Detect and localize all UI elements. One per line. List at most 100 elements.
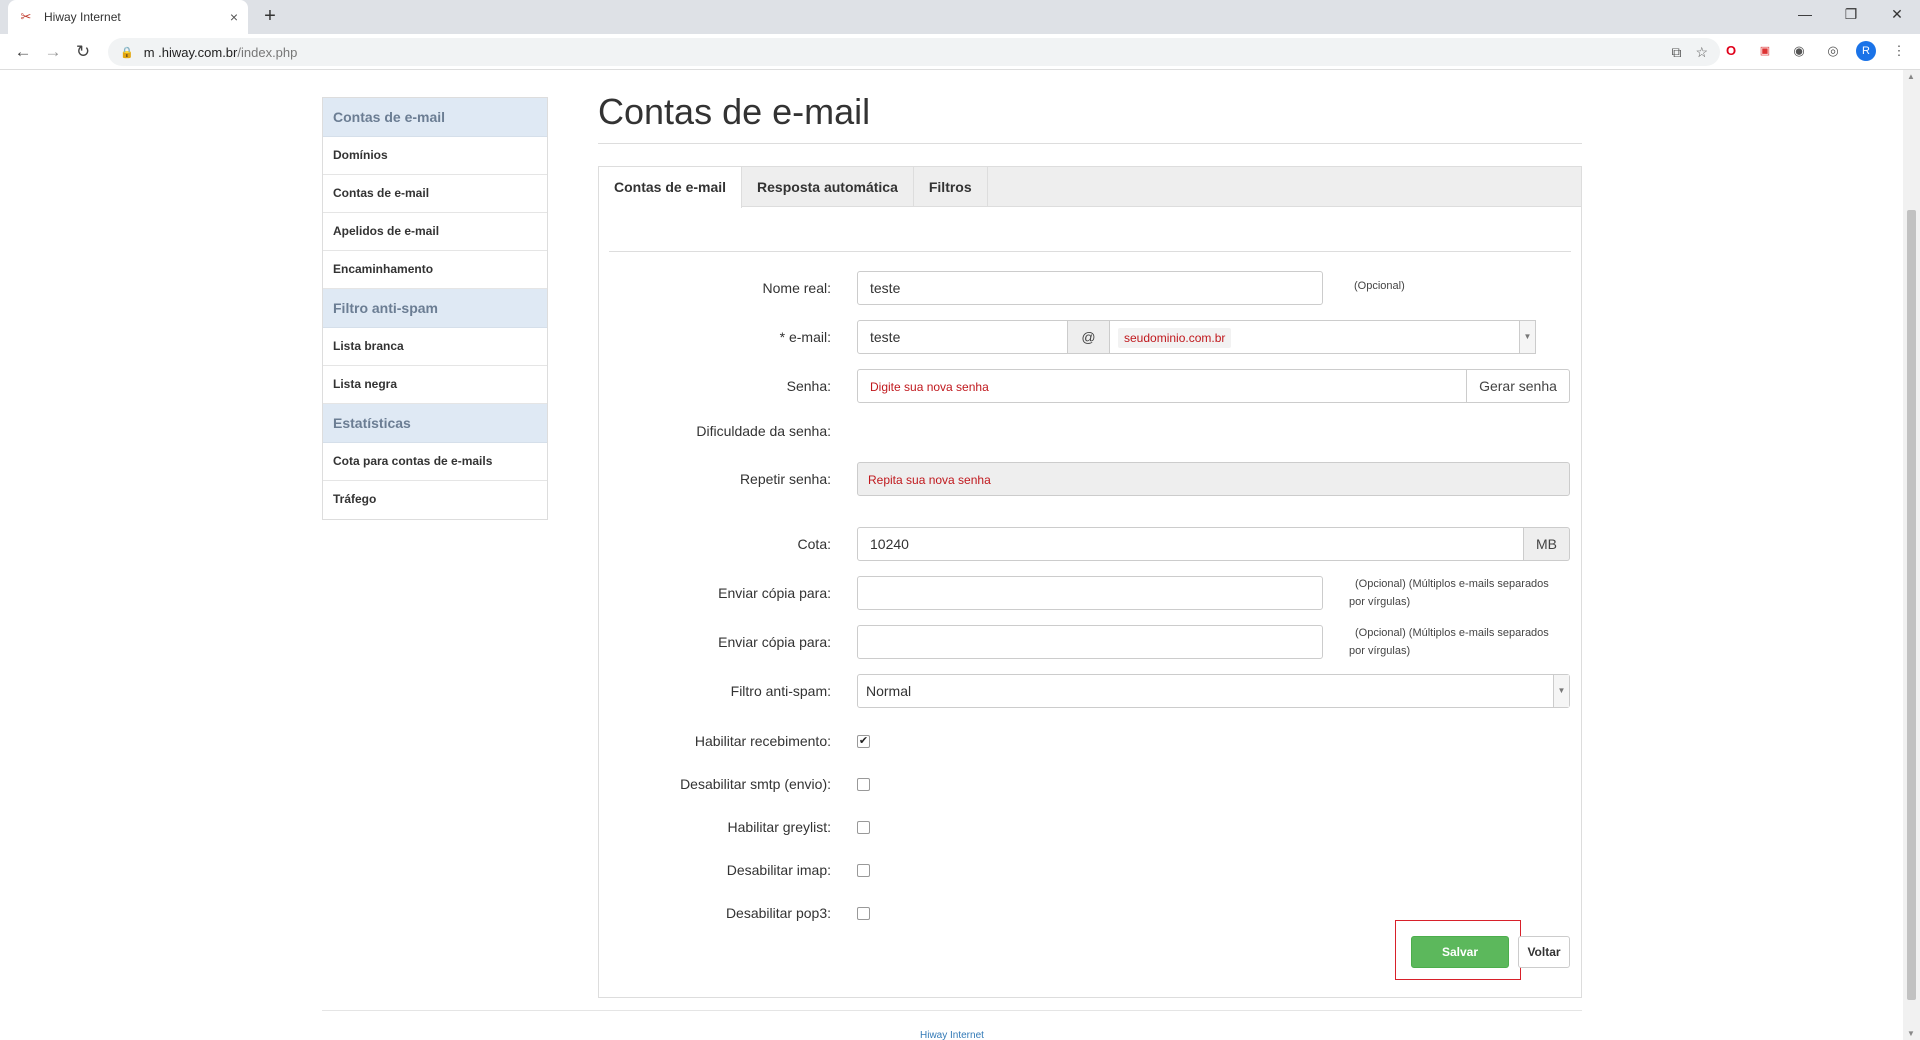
disable-imap-label: Desabilitar imap:	[726, 862, 831, 878]
real-name-input[interactable]: teste	[857, 271, 1323, 305]
sidebar-section-email[interactable]: Contas de e-mail	[323, 98, 547, 137]
cc2-label: Enviar cópia para:	[718, 634, 831, 650]
save-button[interactable]: Salvar	[1411, 936, 1509, 968]
password-input[interactable]: Digite sua nova senha	[857, 369, 1467, 403]
disable-imap-checkbox[interactable]	[857, 863, 870, 877]
browser-tabbar: ✂ Hiway Internet × + — ❐ ✕	[0, 0, 1920, 34]
sidebar-item-trafego[interactable]: Tráfego	[323, 481, 547, 519]
cc1-hint-line2: por vírgulas)	[1349, 596, 1411, 608]
sidebar-item-apelidos[interactable]: Apelidos de e-mail	[323, 213, 547, 251]
antispam-label: Filtro anti-spam:	[730, 683, 831, 699]
tab-resposta-automatica[interactable]: Resposta automática	[742, 167, 914, 207]
scroll-down-icon[interactable]: ▼	[1907, 1029, 1915, 1038]
sidebar-item-lista-negra[interactable]: Lista negra	[323, 366, 547, 404]
cc2-input[interactable]	[857, 625, 1323, 659]
password-placeholder: Digite sua nova senha	[870, 380, 989, 394]
tab-contas[interactable]: Contas de e-mail	[599, 167, 743, 208]
sidebar-nav: Contas de e-mail Domínios Contas de e-ma…	[322, 97, 548, 520]
menu-kebab-icon[interactable]: ⋮	[1888, 40, 1910, 62]
url-path: /index.php	[237, 44, 298, 60]
tab-filtros[interactable]: Filtros	[914, 167, 988, 207]
footer-link[interactable]: Hiway Internet	[920, 1030, 984, 1040]
opera-extension-icon[interactable]: O	[1720, 40, 1742, 62]
footer-divider	[322, 1010, 1582, 1011]
forward-arrow-icon[interactable]: →	[38, 37, 68, 67]
restore-icon[interactable]: ❐	[1828, 0, 1874, 30]
globe-extension-icon[interactable]: ◉	[1788, 40, 1810, 62]
email-user-input[interactable]: teste	[857, 320, 1068, 354]
lock-icon[interactable]: 🔒	[120, 46, 134, 59]
close-window-icon[interactable]: ✕	[1874, 0, 1920, 30]
disable-pop3-label: Desabilitar pop3:	[725, 905, 831, 921]
sidebar-item-encaminhamento[interactable]: Encaminhamento	[323, 251, 547, 289]
email-domain-select[interactable]: seudominio.com.br ▼	[1110, 320, 1536, 354]
disable-pop3-checkbox[interactable]	[857, 906, 870, 920]
tab-title: Hiway Internet	[44, 10, 121, 24]
quota-label: Cota:	[797, 536, 831, 552]
email-domain-tag: seudominio.com.br	[1118, 328, 1232, 348]
address-bar[interactable]: 🔒 m .hiway.com.br /index.php ⧉ ☆	[108, 38, 1720, 66]
tab-bar: Contas de e-mail Resposta automática Fil…	[599, 167, 1581, 208]
receive-checkbox[interactable]: ✔	[857, 734, 870, 748]
site-favicon-icon: ✂	[20, 9, 32, 24]
password-label: Senha:	[786, 378, 831, 394]
disable-smtp-checkbox[interactable]	[857, 777, 870, 791]
main-content: Contas de e-mail Contas de e-mail Respos…	[598, 82, 1582, 998]
repeat-password-placeholder: Repita sua nova senha	[868, 473, 991, 487]
greylist-label: Habilitar greylist:	[727, 819, 831, 835]
email-label: * e-mail:	[779, 329, 831, 345]
eye-extension-icon[interactable]: ◎	[1822, 40, 1844, 62]
new-tab-button[interactable]: +	[258, 5, 282, 29]
chevron-down-icon: ▼	[1519, 321, 1535, 353]
repeat-password-label: Repetir senha:	[739, 471, 831, 487]
cc1-hint: (Opcional) (Múltiplos e-mails separados …	[1349, 575, 1549, 611]
disable-smtp-label: Desabilitar smtp (envio):	[680, 776, 831, 792]
generate-password-button[interactable]: Gerar senha	[1467, 369, 1570, 403]
quota-input[interactable]: 10240	[857, 527, 1524, 561]
cc1-hint-line1: (Opcional) (Múltiplos e-mails separados	[1355, 578, 1549, 590]
window-controls: — ❐ ✕	[1782, 0, 1920, 30]
sidebar-item-contas[interactable]: Contas de e-mail	[323, 175, 547, 213]
bookmark-star-icon[interactable]: ☆	[1695, 44, 1708, 61]
email-at-addon: @	[1068, 320, 1110, 354]
sidebar-section-antispam[interactable]: Filtro anti-spam	[323, 289, 547, 328]
back-button[interactable]: Voltar	[1518, 936, 1570, 968]
extensions-area: O ▣ ◉ ◎ R ⋮	[1720, 40, 1910, 62]
tab-close-icon[interactable]: ×	[230, 9, 238, 25]
scrollbar-thumb[interactable]	[1907, 210, 1916, 1000]
sidebar-section-estatisticas[interactable]: Estatísticas	[323, 404, 547, 443]
divider	[609, 251, 1571, 252]
antispam-select[interactable]: Normal ▼	[857, 674, 1570, 708]
cc2-hint-line2: por vírgulas)	[1349, 645, 1411, 657]
sidebar-item-dominios[interactable]: Domínios	[323, 137, 547, 175]
password-strength-label: Dificuldade da senha:	[696, 423, 831, 439]
scroll-up-icon[interactable]: ▲	[1907, 72, 1915, 81]
browser-tab[interactable]: ✂ Hiway Internet ×	[8, 0, 248, 34]
back-arrow-icon[interactable]: ←	[8, 37, 38, 67]
page-title: Contas de e-mail	[598, 82, 1582, 144]
cc2-hint-line1: (Opcional) (Múltiplos e-mails separados	[1355, 627, 1549, 639]
pdf-extension-icon[interactable]: ▣	[1754, 40, 1776, 62]
translate-icon[interactable]: ⧉	[1671, 44, 1681, 61]
reload-icon[interactable]: ↻	[68, 37, 98, 67]
page-viewport: Contas de e-mail Domínios Contas de e-ma…	[0, 70, 1920, 1040]
page-scrollbar[interactable]: ▲ ▼	[1903, 70, 1920, 1040]
account-form-panel: Contas de e-mail Resposta automática Fil…	[598, 166, 1582, 998]
sidebar-item-lista-branca[interactable]: Lista branca	[323, 328, 547, 366]
real-name-label: Nome real:	[762, 280, 831, 296]
minimize-icon[interactable]: —	[1782, 0, 1828, 30]
repeat-password-input[interactable]: Repita sua nova senha	[857, 462, 1570, 496]
quota-unit-addon: MB	[1524, 527, 1570, 561]
cc1-label: Enviar cópia para:	[718, 585, 831, 601]
antispam-value: Normal	[866, 683, 912, 699]
sidebar-item-cota[interactable]: Cota para contas de e-mails	[323, 443, 547, 481]
receive-label: Habilitar recebimento:	[694, 733, 831, 749]
profile-avatar[interactable]: R	[1856, 41, 1876, 61]
cc2-hint: (Opcional) (Múltiplos e-mails separados …	[1349, 624, 1549, 660]
url-host: m .hiway.com.br	[143, 44, 238, 60]
chevron-down-icon: ▼	[1553, 675, 1569, 707]
greylist-checkbox[interactable]	[857, 820, 870, 834]
browser-toolbar: ← → ↻ 🔒 m .hiway.com.br /index.php ⧉ ☆ O…	[0, 34, 1920, 70]
cc1-input[interactable]	[857, 576, 1323, 610]
real-name-hint: (Opcional)	[1354, 280, 1405, 292]
